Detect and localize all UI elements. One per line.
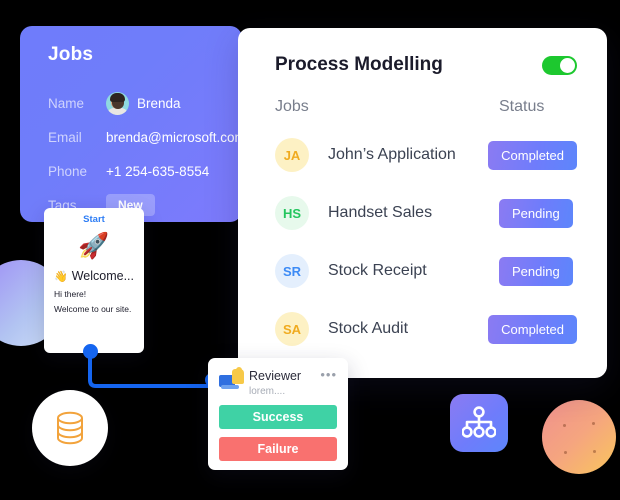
column-header-status: Status: [499, 98, 545, 115]
process-card-header: Process Modelling: [275, 54, 577, 76]
status-badge[interactable]: Completed: [488, 314, 577, 344]
chat-welcome-heading: 👋 Welcome...: [52, 269, 136, 283]
blob-dot: [592, 422, 595, 425]
chat-message-line: Hi there!: [54, 289, 87, 299]
avatar-initials: SA: [275, 312, 309, 346]
jobs-value-name: Brenda: [137, 95, 181, 111]
avatar-initials: SR: [275, 254, 309, 288]
job-name: Stock Receipt: [328, 262, 427, 279]
failure-button[interactable]: Failure: [219, 437, 337, 461]
blob-dot: [564, 451, 567, 454]
process-modelling-toggle[interactable]: [542, 55, 577, 75]
orange-gradient-blob: [542, 400, 616, 474]
reviewer-title: Reviewer: [249, 369, 302, 383]
connector-start-node[interactable]: [83, 344, 98, 359]
jobs-value-email: brenda@microsoft.com: [106, 129, 242, 145]
success-button[interactable]: Success: [219, 405, 337, 429]
toggle-knob: [560, 57, 575, 73]
waving-hand-icon: 👋: [54, 270, 68, 283]
flow-connector-line: [88, 349, 220, 388]
jobs-card-title: Jobs: [48, 44, 94, 65]
blob-dot: [593, 450, 596, 453]
process-modelling-card: Process Modelling Jobs Status JA John’s …: [238, 28, 607, 378]
job-name: John’s Application: [328, 146, 456, 163]
rocket-icon: 🚀: [78, 232, 110, 260]
jobs-label-phone: Phone: [48, 163, 88, 179]
jobs-detail-card: Jobs Name Brenda Email brenda@microsoft.…: [20, 26, 242, 222]
column-header-jobs: Jobs: [275, 98, 309, 115]
jobs-label-name: Name: [48, 95, 85, 111]
job-name: Stock Audit: [328, 320, 409, 337]
chat-message-line: Welcome to our site.: [54, 304, 132, 314]
status-badge[interactable]: Completed: [488, 140, 577, 170]
table-row[interactable]: SA Stock Audit Completed: [275, 300, 577, 358]
hierarchy-node-tile[interactable]: [450, 394, 508, 452]
status-badge[interactable]: Pending: [499, 198, 573, 228]
avatar-initials: HS: [275, 196, 309, 230]
user-avatar-photo-icon: [106, 91, 129, 115]
jobs-label-email: Email: [48, 129, 82, 145]
avatar-initials: JA: [275, 138, 309, 172]
chat-welcome-card: Start 🚀 👋 Welcome... Hi there! Welcome t…: [44, 208, 144, 353]
jobs-row-phone: Phone +1 254-635-8554: [48, 154, 220, 188]
reviewer-node-card: Reviewer lorem.... ••• Success Failure: [208, 358, 348, 470]
jobs-value-phone: +1 254-635-8554: [106, 163, 210, 179]
reviewer-subtitle: lorem....: [249, 386, 286, 397]
job-name: Handset Sales: [328, 204, 433, 221]
org-chart-icon: [462, 406, 496, 438]
jobs-row-name: Name Brenda: [48, 86, 220, 120]
table-row[interactable]: JA John’s Application Completed: [275, 126, 577, 184]
blob-dot: [563, 424, 566, 427]
thumbs-up-icon: [219, 367, 247, 393]
table-row[interactable]: HS Handset Sales Pending: [275, 184, 577, 242]
chat-welcome-title: Welcome...: [71, 269, 134, 283]
table-column-headers: Jobs Status: [275, 98, 577, 116]
status-badge[interactable]: Pending: [499, 256, 573, 286]
reviewer-header: Reviewer lorem.... •••: [219, 367, 337, 397]
jobs-row-email: Email brenda@microsoft.com: [48, 120, 242, 154]
more-options-icon[interactable]: •••: [320, 367, 337, 382]
chat-start-label[interactable]: Start: [52, 214, 136, 225]
page-title: Process Modelling: [275, 54, 443, 75]
database-node-circle[interactable]: [32, 390, 108, 466]
screenshot-stage: Jobs Name Brenda Email brenda@microsoft.…: [0, 0, 620, 500]
database-cylinder-icon: [57, 411, 83, 445]
table-row[interactable]: SR Stock Receipt Pending: [275, 242, 577, 300]
